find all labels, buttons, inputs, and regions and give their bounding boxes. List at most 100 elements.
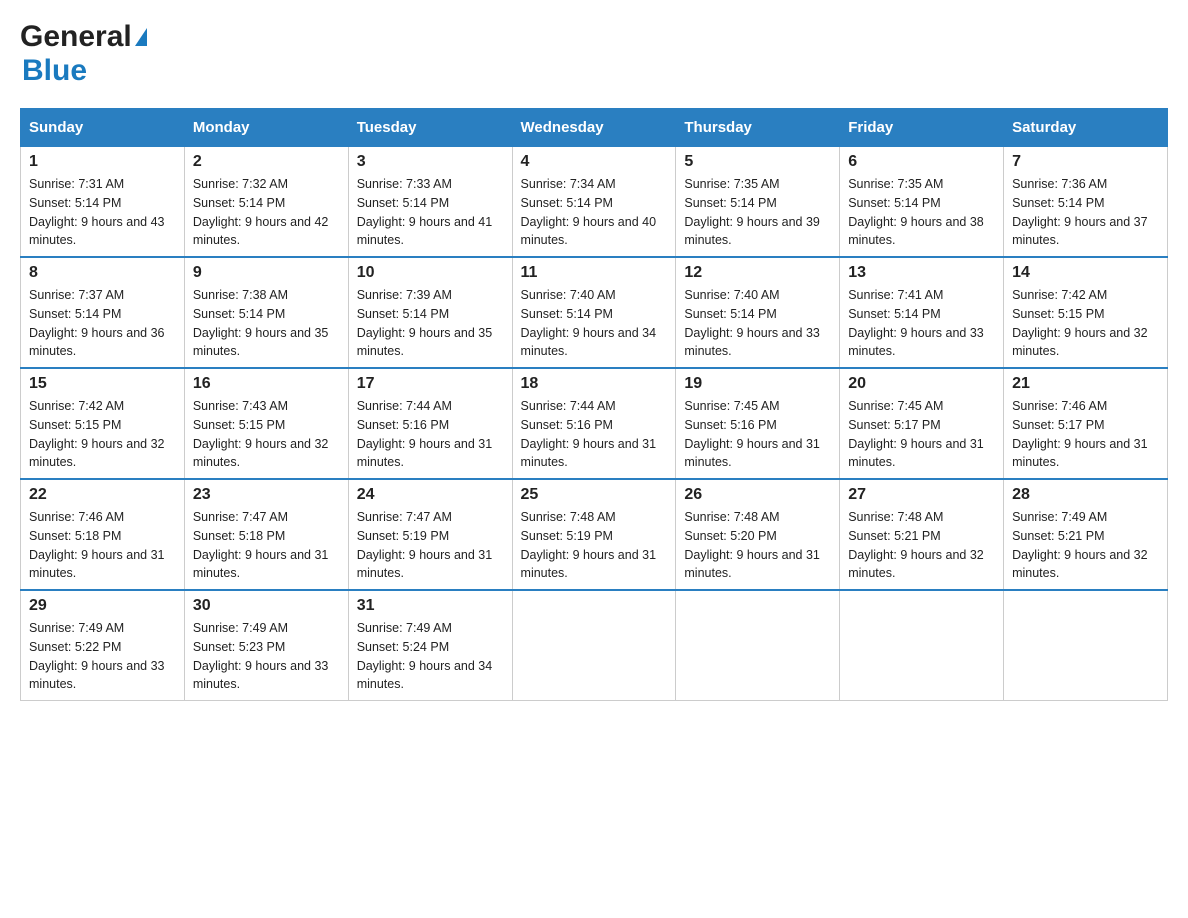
day-info: Sunrise: 7:34 AMSunset: 5:14 PMDaylight:… xyxy=(521,177,657,247)
day-number: 21 xyxy=(1012,375,1159,393)
day-info: Sunrise: 7:46 AMSunset: 5:18 PMDaylight:… xyxy=(29,510,165,580)
day-number: 10 xyxy=(357,264,504,282)
calendar-cell: 25 Sunrise: 7:48 AMSunset: 5:19 PMDaylig… xyxy=(512,479,676,590)
day-number: 26 xyxy=(684,486,831,504)
logo-general: General xyxy=(20,20,132,54)
calendar-cell: 16 Sunrise: 7:43 AMSunset: 5:15 PMDaylig… xyxy=(184,368,348,479)
day-info: Sunrise: 7:35 AMSunset: 5:14 PMDaylight:… xyxy=(848,177,984,247)
day-info: Sunrise: 7:49 AMSunset: 5:23 PMDaylight:… xyxy=(193,621,329,691)
calendar-table: SundayMondayTuesdayWednesdayThursdayFrid… xyxy=(20,108,1168,701)
page-header: General Blue xyxy=(20,20,1168,88)
day-number: 20 xyxy=(848,375,995,393)
day-number: 5 xyxy=(684,153,831,171)
day-info: Sunrise: 7:39 AMSunset: 5:14 PMDaylight:… xyxy=(357,288,493,358)
week-row-1: 1 Sunrise: 7:31 AMSunset: 5:14 PMDayligh… xyxy=(21,147,1168,258)
calendar-cell: 2 Sunrise: 7:32 AMSunset: 5:14 PMDayligh… xyxy=(184,147,348,258)
day-info: Sunrise: 7:41 AMSunset: 5:14 PMDaylight:… xyxy=(848,288,984,358)
day-info: Sunrise: 7:45 AMSunset: 5:17 PMDaylight:… xyxy=(848,399,984,469)
day-number: 3 xyxy=(357,153,504,171)
day-info: Sunrise: 7:32 AMSunset: 5:14 PMDaylight:… xyxy=(193,177,329,247)
calendar-cell: 11 Sunrise: 7:40 AMSunset: 5:14 PMDaylig… xyxy=(512,257,676,368)
col-header-friday: Friday xyxy=(840,109,1004,147)
day-number: 14 xyxy=(1012,264,1159,282)
calendar-cell: 22 Sunrise: 7:46 AMSunset: 5:18 PMDaylig… xyxy=(21,479,185,590)
calendar-cell: 12 Sunrise: 7:40 AMSunset: 5:14 PMDaylig… xyxy=(676,257,840,368)
calendar-cell: 4 Sunrise: 7:34 AMSunset: 5:14 PMDayligh… xyxy=(512,147,676,258)
calendar-cell: 19 Sunrise: 7:45 AMSunset: 5:16 PMDaylig… xyxy=(676,368,840,479)
calendar-cell: 9 Sunrise: 7:38 AMSunset: 5:14 PMDayligh… xyxy=(184,257,348,368)
day-info: Sunrise: 7:46 AMSunset: 5:17 PMDaylight:… xyxy=(1012,399,1148,469)
col-header-thursday: Thursday xyxy=(676,109,840,147)
calendar-cell: 7 Sunrise: 7:36 AMSunset: 5:14 PMDayligh… xyxy=(1004,147,1168,258)
day-number: 11 xyxy=(521,264,668,282)
calendar-cell: 27 Sunrise: 7:48 AMSunset: 5:21 PMDaylig… xyxy=(840,479,1004,590)
calendar-cell: 26 Sunrise: 7:48 AMSunset: 5:20 PMDaylig… xyxy=(676,479,840,590)
calendar-cell: 29 Sunrise: 7:49 AMSunset: 5:22 PMDaylig… xyxy=(21,590,185,701)
calendar-cell: 17 Sunrise: 7:44 AMSunset: 5:16 PMDaylig… xyxy=(348,368,512,479)
day-number: 12 xyxy=(684,264,831,282)
calendar-cell: 8 Sunrise: 7:37 AMSunset: 5:14 PMDayligh… xyxy=(21,257,185,368)
day-number: 6 xyxy=(848,153,995,171)
day-info: Sunrise: 7:48 AMSunset: 5:19 PMDaylight:… xyxy=(521,510,657,580)
day-number: 1 xyxy=(29,153,176,171)
col-header-saturday: Saturday xyxy=(1004,109,1168,147)
day-info: Sunrise: 7:49 AMSunset: 5:22 PMDaylight:… xyxy=(29,621,165,691)
calendar-cell: 31 Sunrise: 7:49 AMSunset: 5:24 PMDaylig… xyxy=(348,590,512,701)
day-number: 23 xyxy=(193,486,340,504)
day-info: Sunrise: 7:31 AMSunset: 5:14 PMDaylight:… xyxy=(29,177,165,247)
day-info: Sunrise: 7:45 AMSunset: 5:16 PMDaylight:… xyxy=(684,399,820,469)
logo-blue: Blue xyxy=(22,54,87,87)
day-info: Sunrise: 7:43 AMSunset: 5:15 PMDaylight:… xyxy=(193,399,329,469)
calendar-cell xyxy=(512,590,676,701)
calendar-cell: 13 Sunrise: 7:41 AMSunset: 5:14 PMDaylig… xyxy=(840,257,1004,368)
calendar-cell xyxy=(1004,590,1168,701)
day-number: 4 xyxy=(521,153,668,171)
day-info: Sunrise: 7:48 AMSunset: 5:21 PMDaylight:… xyxy=(848,510,984,580)
day-info: Sunrise: 7:40 AMSunset: 5:14 PMDaylight:… xyxy=(521,288,657,358)
day-info: Sunrise: 7:49 AMSunset: 5:24 PMDaylight:… xyxy=(357,621,493,691)
calendar-cell: 15 Sunrise: 7:42 AMSunset: 5:15 PMDaylig… xyxy=(21,368,185,479)
day-number: 27 xyxy=(848,486,995,504)
col-header-wednesday: Wednesday xyxy=(512,109,676,147)
day-number: 18 xyxy=(521,375,668,393)
day-info: Sunrise: 7:33 AMSunset: 5:14 PMDaylight:… xyxy=(357,177,493,247)
day-info: Sunrise: 7:47 AMSunset: 5:18 PMDaylight:… xyxy=(193,510,329,580)
day-info: Sunrise: 7:40 AMSunset: 5:14 PMDaylight:… xyxy=(684,288,820,358)
calendar-cell: 10 Sunrise: 7:39 AMSunset: 5:14 PMDaylig… xyxy=(348,257,512,368)
calendar-cell: 6 Sunrise: 7:35 AMSunset: 5:14 PMDayligh… xyxy=(840,147,1004,258)
calendar-cell xyxy=(840,590,1004,701)
col-header-sunday: Sunday xyxy=(21,109,185,147)
logo: General Blue xyxy=(20,20,147,88)
day-info: Sunrise: 7:44 AMSunset: 5:16 PMDaylight:… xyxy=(357,399,493,469)
calendar-cell: 28 Sunrise: 7:49 AMSunset: 5:21 PMDaylig… xyxy=(1004,479,1168,590)
day-number: 8 xyxy=(29,264,176,282)
day-info: Sunrise: 7:47 AMSunset: 5:19 PMDaylight:… xyxy=(357,510,493,580)
calendar-cell: 1 Sunrise: 7:31 AMSunset: 5:14 PMDayligh… xyxy=(21,147,185,258)
day-info: Sunrise: 7:42 AMSunset: 5:15 PMDaylight:… xyxy=(29,399,165,469)
day-number: 16 xyxy=(193,375,340,393)
day-info: Sunrise: 7:36 AMSunset: 5:14 PMDaylight:… xyxy=(1012,177,1148,247)
day-info: Sunrise: 7:37 AMSunset: 5:14 PMDaylight:… xyxy=(29,288,165,358)
day-number: 17 xyxy=(357,375,504,393)
day-number: 2 xyxy=(193,153,340,171)
col-header-tuesday: Tuesday xyxy=(348,109,512,147)
day-number: 28 xyxy=(1012,486,1159,504)
day-info: Sunrise: 7:44 AMSunset: 5:16 PMDaylight:… xyxy=(521,399,657,469)
day-number: 29 xyxy=(29,597,176,615)
week-row-3: 15 Sunrise: 7:42 AMSunset: 5:15 PMDaylig… xyxy=(21,368,1168,479)
day-info: Sunrise: 7:35 AMSunset: 5:14 PMDaylight:… xyxy=(684,177,820,247)
day-info: Sunrise: 7:49 AMSunset: 5:21 PMDaylight:… xyxy=(1012,510,1148,580)
day-info: Sunrise: 7:38 AMSunset: 5:14 PMDaylight:… xyxy=(193,288,329,358)
day-number: 15 xyxy=(29,375,176,393)
day-number: 30 xyxy=(193,597,340,615)
day-number: 7 xyxy=(1012,153,1159,171)
calendar-cell: 30 Sunrise: 7:49 AMSunset: 5:23 PMDaylig… xyxy=(184,590,348,701)
calendar-cell: 5 Sunrise: 7:35 AMSunset: 5:14 PMDayligh… xyxy=(676,147,840,258)
day-number: 13 xyxy=(848,264,995,282)
day-number: 9 xyxy=(193,264,340,282)
calendar-cell: 18 Sunrise: 7:44 AMSunset: 5:16 PMDaylig… xyxy=(512,368,676,479)
calendar-cell: 14 Sunrise: 7:42 AMSunset: 5:15 PMDaylig… xyxy=(1004,257,1168,368)
calendar-cell: 20 Sunrise: 7:45 AMSunset: 5:17 PMDaylig… xyxy=(840,368,1004,479)
day-number: 22 xyxy=(29,486,176,504)
logo-arrow-icon xyxy=(135,28,147,46)
